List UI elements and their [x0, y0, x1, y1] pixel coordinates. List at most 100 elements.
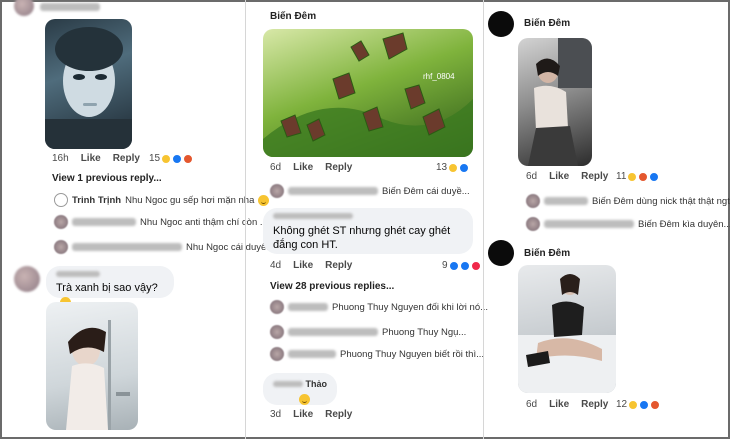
- like-reaction-icon: [649, 171, 660, 182]
- reply-button[interactable]: Reply: [325, 162, 352, 173]
- reply-author-blurred: [288, 328, 378, 336]
- reply-text: Phuong Thuy Ngụ...: [382, 326, 467, 338]
- sad-emoji-icon: [299, 393, 310, 405]
- commenter-name-blurred: [273, 381, 303, 387]
- avatar: [526, 194, 540, 208]
- reaction-summary[interactable]: 12: [616, 399, 661, 410]
- haha-reaction-icon: [628, 399, 639, 410]
- avatar: [54, 240, 68, 254]
- person-image: [528, 38, 592, 166]
- post-author[interactable]: Biến Đêm: [270, 11, 316, 22]
- reply-author-blurred: [288, 187, 378, 195]
- like-button[interactable]: Like: [81, 153, 101, 164]
- comment-photo[interactable]: rhf_0804: [263, 29, 473, 157]
- comment-actions: 6d Like Reply: [270, 162, 352, 173]
- comment-bubble: Trà xanh bị sao vậy?: [46, 266, 174, 308]
- reaction-summary[interactable]: 11: [616, 171, 660, 182]
- avatar: [54, 215, 68, 229]
- like-button[interactable]: Like: [549, 399, 569, 410]
- commenter-name: [40, 3, 100, 11]
- avatar[interactable]: [488, 240, 514, 266]
- like-reaction-icon: [448, 260, 459, 271]
- comment-time: 16h: [52, 153, 69, 164]
- reply-item[interactable]: Phuong Thuy Ngụ...: [270, 325, 466, 339]
- reply-author-blurred: [288, 350, 336, 358]
- view-previous-replies-link[interactable]: View 28 previous replies...: [270, 281, 394, 292]
- avatar[interactable]: [14, 266, 40, 292]
- avatar: [270, 300, 284, 314]
- column-right: Biến Đêm 6d Like Reply 11 Biến Đêm dùng …: [484, 0, 730, 439]
- comment-time: 6d: [526, 171, 538, 182]
- avatar[interactable]: [488, 11, 514, 37]
- view-previous-replies-link[interactable]: View 1 previous reply...: [52, 173, 162, 184]
- comment-bubble: Thảo: [263, 373, 337, 405]
- reply-item[interactable]: Phuong Thuy Nguyen biết rồi thì...: [270, 347, 484, 361]
- comment-time: 3d: [270, 409, 282, 420]
- comment-photo[interactable]: [518, 265, 616, 393]
- commenter-name[interactable]: Thảo: [306, 377, 328, 391]
- comment-actions: 6d Like Reply: [526, 399, 608, 410]
- photo-watermark: rhf_0804: [423, 72, 455, 81]
- avatar: [270, 184, 284, 198]
- reply-author-blurred: [288, 303, 328, 311]
- post-author[interactable]: Biến Đêm: [524, 248, 570, 259]
- care-reaction-icon: [459, 260, 470, 271]
- like-button[interactable]: Like: [293, 260, 313, 271]
- reply-text: Phuong Thuy Nguyen biết rồi thì...: [340, 348, 484, 360]
- reaction-count: 11: [616, 171, 627, 182]
- reaction-summary[interactable]: 9: [442, 260, 481, 271]
- reply-button[interactable]: Reply: [325, 260, 352, 271]
- avatar[interactable]: [14, 0, 34, 16]
- like-button[interactable]: Like: [293, 162, 313, 173]
- reply-button[interactable]: Reply: [113, 153, 140, 164]
- haha-reaction-icon: [448, 162, 459, 173]
- reply-author-blurred: [544, 197, 588, 205]
- like-reaction-icon: [459, 162, 470, 173]
- avatar: [270, 347, 284, 361]
- like-reaction-icon: [172, 153, 183, 164]
- reply-text: Biến Đêm kìa duyên...: [638, 218, 730, 230]
- reaction-summary[interactable]: 13: [436, 162, 470, 173]
- reply-button[interactable]: Reply: [325, 409, 352, 420]
- person-image: [66, 320, 130, 430]
- reaction-summary[interactable]: 15: [149, 153, 194, 164]
- love-reaction-icon: [470, 260, 481, 271]
- comment-photo[interactable]: [518, 38, 592, 166]
- haha-reaction-icon: [161, 153, 172, 164]
- reply-item[interactable]: Biến Đêm cái duyề...: [270, 184, 470, 198]
- like-button[interactable]: Like: [549, 171, 569, 182]
- comment-text: Trà xanh bị sao vậy?: [56, 282, 158, 294]
- comment-actions: 3d Like Reply: [270, 409, 352, 420]
- commenter-name: [56, 271, 100, 277]
- angry-reaction-icon: [183, 153, 194, 164]
- tea-leaves-image: rhf_0804: [263, 32, 473, 157]
- comment-photo[interactable]: [45, 19, 132, 149]
- reply-author-blurred: [544, 220, 634, 228]
- reaction-count: 13: [436, 162, 448, 173]
- reply-button[interactable]: Reply: [581, 399, 608, 410]
- like-button[interactable]: Like: [293, 409, 313, 420]
- comment-photo[interactable]: [46, 302, 138, 430]
- comment-text: Không ghét ST nhưng ghét cay ghét đắng c…: [273, 225, 451, 251]
- reply-item[interactable]: Phuong Thuy Nguyen đối khi lời nó...: [270, 300, 488, 314]
- reply-item[interactable]: Biến Đêm dùng nick thật thật ngta...: [526, 194, 730, 208]
- reply-item[interactable]: Biến Đêm kìa duyên...: [526, 217, 730, 231]
- reply-item[interactable]: Nhu Ngoc cái duyê...: [54, 240, 274, 254]
- avatar: [270, 325, 284, 339]
- reply-item[interactable]: Trinh Trịnh Nhu Ngoc gu sếp hơi mặn nha: [54, 193, 270, 207]
- reply-author-blurred: [72, 218, 136, 226]
- commenter-name: [273, 213, 353, 219]
- reply-item[interactable]: Nhu Ngoc anti thậm chí còn ...: [54, 215, 268, 229]
- reaction-count: 15: [149, 153, 161, 164]
- reply-author-blurred: [72, 243, 182, 251]
- column-middle: Biến Đêm rhf_0804 6d Like Reply 13 Biến …: [246, 0, 488, 439]
- column-left: 16h Like Reply 15 View 1 previous reply.…: [0, 0, 274, 439]
- comment-actions: 16h Like Reply: [52, 153, 140, 164]
- post-author[interactable]: Biến Đêm: [524, 18, 570, 29]
- avatar: [526, 217, 540, 231]
- reply-text: Nhu Ngoc gu sếp hơi mặn nha: [125, 194, 255, 206]
- reaction-count: 9: [442, 260, 448, 271]
- comment-time: 6d: [270, 162, 282, 173]
- comment-time: 4d: [270, 260, 282, 271]
- reply-button[interactable]: Reply: [581, 171, 608, 182]
